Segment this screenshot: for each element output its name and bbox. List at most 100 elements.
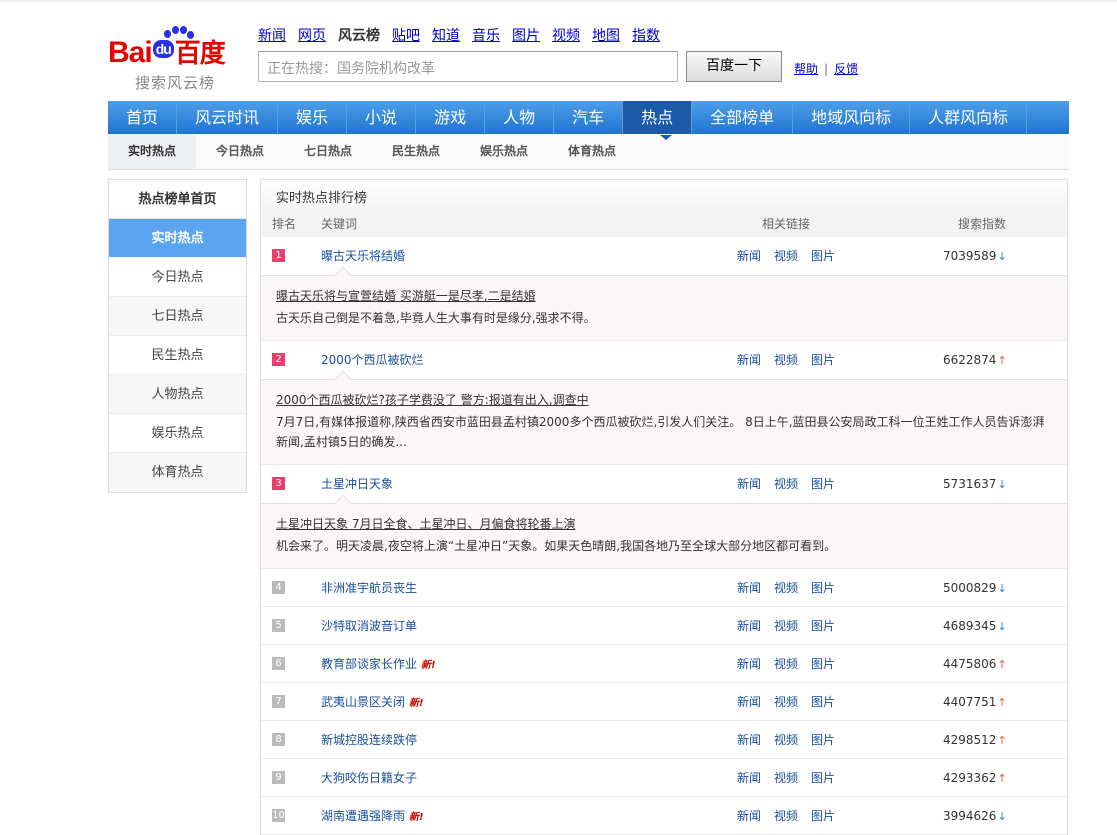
main-nav-tab[interactable]: 全部榜单: [692, 101, 794, 134]
search-input[interactable]: 正在热搜：国务院机构改革: [258, 51, 678, 82]
image-link[interactable]: 图片: [811, 695, 835, 709]
topnav-item[interactable]: 网页: [298, 25, 326, 45]
keyword-link[interactable]: 大狗咬伤日籍女子: [321, 759, 417, 797]
main-nav-tab[interactable]: 首页: [108, 101, 178, 134]
rank-badge: 1: [272, 249, 285, 262]
video-link[interactable]: 视频: [774, 733, 798, 747]
image-link[interactable]: 图片: [811, 809, 835, 823]
summary-headline-link[interactable]: 2000个西瓜被砍烂?孩子学费没了 警方:报道有出入,调查中: [276, 390, 1052, 410]
topnav-item[interactable]: 新闻: [258, 25, 286, 45]
trend-up-icon: ↑: [997, 734, 1007, 747]
topnav-item[interactable]: 指数: [632, 25, 660, 45]
video-link[interactable]: 视频: [774, 249, 798, 263]
image-link[interactable]: 图片: [811, 771, 835, 785]
news-link[interactable]: 新闻: [737, 771, 761, 785]
video-link[interactable]: 视频: [774, 581, 798, 595]
topnav-item[interactable]: 地图: [592, 25, 620, 45]
sub-nav-tab[interactable]: 体育热点: [548, 134, 636, 169]
video-link[interactable]: 视频: [774, 657, 798, 671]
topnav-item[interactable]: 图片: [512, 25, 540, 45]
main-nav-tab[interactable]: 游戏: [416, 101, 486, 134]
news-link[interactable]: 新闻: [737, 249, 761, 263]
video-link[interactable]: 视频: [774, 695, 798, 709]
ranking-row: 10 湖南遭遇强降雨 新! 新闻 视频 图片 3994626↓: [261, 797, 1067, 835]
feedback-link[interactable]: 反馈: [834, 62, 858, 76]
sub-nav-tab[interactable]: 今日热点: [196, 134, 284, 169]
video-link[interactable]: 视频: [774, 771, 798, 785]
main-nav-tab[interactable]: 地域风向标: [793, 101, 911, 134]
news-link[interactable]: 新闻: [737, 619, 761, 633]
sidebar-item[interactable]: 娱乐热点: [109, 414, 246, 453]
main-nav-tab[interactable]: 热点: [623, 101, 693, 134]
search-index: 3994626↓: [943, 797, 1007, 835]
related-links: 新闻 视频 图片: [737, 721, 848, 759]
topnav-item[interactable]: 音乐: [472, 25, 500, 45]
image-link[interactable]: 图片: [811, 353, 835, 367]
sidebar-title[interactable]: 热点榜单首页: [109, 180, 246, 219]
image-link[interactable]: 图片: [811, 733, 835, 747]
ranking-panel: 实时热点排行榜 排名 关键词 相关链接 搜索指数 1 曝古天乐将结婚 新闻 视频 图片 7…: [260, 179, 1068, 835]
topnav-item-current[interactable]: 风云榜: [338, 25, 380, 45]
image-link[interactable]: 图片: [811, 249, 835, 263]
image-link[interactable]: 图片: [811, 657, 835, 671]
news-link[interactable]: 新闻: [737, 733, 761, 747]
keyword-link[interactable]: 教育部谈家长作业: [321, 657, 417, 671]
new-badge: 新!: [421, 660, 436, 671]
news-link[interactable]: 新闻: [737, 477, 761, 491]
summary-text: 机会来了。明天凌晨,夜空将上演“土星冲日”天象。如果天色晴朗,我国各地乃至全球大…: [276, 539, 837, 553]
keyword-link[interactable]: 2000个西瓜被砍烂: [321, 341, 424, 379]
search-index: 5000829↓: [943, 569, 1007, 608]
topnav-item[interactable]: 视频: [552, 25, 580, 45]
main-nav-tab[interactable]: 娱乐: [278, 101, 348, 134]
image-link[interactable]: 图片: [811, 581, 835, 595]
keyword-link[interactable]: 土星冲日天象: [321, 465, 393, 503]
topnav-item[interactable]: 贴吧: [392, 25, 420, 45]
main-nav-tab[interactable]: 风云时讯: [177, 101, 279, 134]
sub-nav-tab[interactable]: 七日热点: [284, 134, 372, 169]
main-nav-tab[interactable]: 汽车: [554, 101, 624, 134]
news-link[interactable]: 新闻: [737, 581, 761, 595]
sub-nav-tab[interactable]: 实时热点: [108, 134, 196, 169]
sub-nav-tab[interactable]: 娱乐热点: [460, 134, 548, 169]
sub-nav-tab[interactable]: 民生热点: [372, 134, 460, 169]
keyword-link[interactable]: 新城控股连续跌停: [321, 721, 417, 759]
main-nav-tab[interactable]: 小说: [347, 101, 417, 134]
news-link[interactable]: 新闻: [737, 809, 761, 823]
sidebar-item[interactable]: 民生热点: [109, 336, 246, 375]
video-link[interactable]: 视频: [774, 477, 798, 491]
news-link[interactable]: 新闻: [737, 353, 761, 367]
summary-headline-link[interactable]: 曝古天乐将与宣萱结婚 买游艇一是尽孝,二是结婚: [276, 286, 1052, 306]
keyword-link[interactable]: 非洲准宇航员丧生: [321, 569, 417, 607]
image-link[interactable]: 图片: [811, 619, 835, 633]
main-nav-tab[interactable]: 人物: [485, 101, 555, 134]
news-link[interactable]: 新闻: [737, 657, 761, 671]
search-index: 6622874↑: [943, 341, 1007, 380]
video-link[interactable]: 视频: [774, 809, 798, 823]
topnav-item[interactable]: 知道: [432, 25, 460, 45]
related-links: 新闻 视频 图片: [737, 237, 848, 275]
sidebar-item[interactable]: 今日热点: [109, 258, 246, 297]
sidebar-item[interactable]: 体育热点: [109, 453, 246, 492]
news-link[interactable]: 新闻: [737, 695, 761, 709]
keyword-link[interactable]: 沙特取消波音订单: [321, 607, 417, 645]
video-link[interactable]: 视频: [774, 619, 798, 633]
video-link[interactable]: 视频: [774, 353, 798, 367]
keyword-link[interactable]: 曝古天乐将结婚: [321, 237, 405, 275]
col-keyword: 关键词: [321, 217, 358, 231]
rank-badge: 2: [272, 353, 285, 366]
help-link[interactable]: 帮助: [794, 62, 818, 76]
main-nav-tab[interactable]: 人群风向标: [910, 101, 1028, 134]
search-button[interactable]: 百度一下: [686, 51, 782, 82]
sidebar-item[interactable]: 人物热点: [109, 375, 246, 414]
baidu-logo[interactable]: Bai du 百度 搜索风云榜: [108, 26, 248, 94]
image-link[interactable]: 图片: [811, 477, 835, 491]
keyword-link[interactable]: 武夷山景区关闭: [321, 695, 405, 709]
summary-headline-link[interactable]: 土星冲日天象 7月日全食、土星冲日、月偏食将轮番上演: [276, 514, 1052, 534]
search-index-value: 3994626: [943, 809, 997, 823]
search-index-value: 6622874: [943, 353, 997, 367]
sidebar-item[interactable]: 实时热点: [109, 219, 246, 258]
sidebar-item[interactable]: 七日热点: [109, 297, 246, 336]
ranking-row: 2 2000个西瓜被砍烂 新闻 视频 图片 6622874↑: [261, 341, 1067, 379]
keyword-link[interactable]: 湖南遭遇强降雨: [321, 809, 405, 823]
keyword-cell: 湖南遭遇强降雨 新!: [321, 797, 424, 835]
